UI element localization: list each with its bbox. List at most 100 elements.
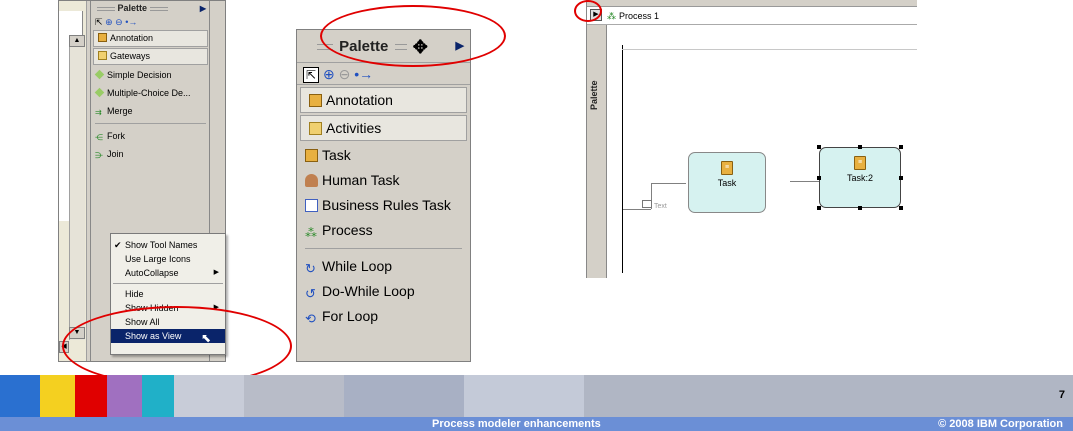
palette-item-human-task[interactable]: Human Task — [297, 168, 470, 193]
editor-canvas[interactable]: Text ≡ Task ≡ Task:2 — [608, 25, 917, 278]
selection-handle[interactable] — [858, 206, 862, 210]
connection-tool-icon[interactable]: •→ — [125, 17, 137, 27]
while-loop-icon: ↻ — [305, 261, 316, 276]
menu-item-show-tool-names[interactable]: ✔ Show Tool Names — [111, 238, 225, 252]
annotation-icon — [309, 94, 322, 107]
palette-item-task[interactable]: Task — [297, 143, 470, 168]
presentation-title: Process modeler enhancements — [432, 418, 601, 430]
color-block — [40, 375, 75, 417]
menu-item-autocollapse[interactable]: AutoCollapse ▶ — [111, 266, 225, 280]
decision-icon — [94, 69, 105, 80]
menu-item-label: Hide — [125, 289, 144, 299]
palette-view-sidebar[interactable]: Palette — [587, 25, 607, 278]
palette-item-while-loop[interactable]: ↻ While Loop — [297, 254, 470, 279]
fork-icon: ⋲ — [95, 133, 103, 142]
item-label: Multiple-Choice De... — [107, 88, 191, 98]
merge-icon: ⇉ — [95, 108, 102, 117]
folder-open-icon — [309, 122, 322, 135]
process-editor: ▶ ⁂ Process 1 Palette Text ≡ Task ≡ Task:… — [586, 0, 917, 278]
palette-item-process[interactable]: ⁂ Process — [297, 218, 470, 243]
palette-toolbar: ⇱ ⊕ ⊖ •→ — [297, 63, 470, 85]
process-icon: ⁂ — [607, 11, 616, 21]
join-icon: ⋺ — [95, 151, 103, 160]
task-node-selected[interactable]: ≡ Task:2 — [819, 147, 901, 208]
swimlane-divider — [622, 49, 917, 50]
vertical-scrollbar[interactable] — [69, 35, 85, 340]
human-task-icon — [305, 174, 318, 187]
menu-item-label: Use Large Icons — [125, 254, 191, 264]
connector-line — [651, 183, 686, 184]
item-label: Join — [107, 149, 124, 159]
menu-item-label: Show Tool Names — [125, 240, 198, 250]
annotation-icon — [98, 33, 107, 42]
editor-tab-bar: ▶ ⁂ Process 1 — [587, 7, 917, 25]
palette-drawer-activities[interactable]: Activities — [300, 115, 467, 141]
folder-icon — [98, 51, 107, 60]
palette-header[interactable]: Palette ▶ — [91, 1, 210, 15]
item-label: Gateways — [110, 51, 151, 61]
palette-item-do-while-loop[interactable]: ↺ Do-While Loop — [297, 279, 470, 304]
tab-label: Process 1 — [619, 11, 660, 21]
palette-title: Palette — [117, 3, 148, 13]
gray-strip — [584, 375, 1073, 417]
selection-handle[interactable] — [817, 206, 821, 210]
zoom-out-icon[interactable]: ⊖ — [115, 17, 123, 27]
decision-icon — [94, 87, 105, 98]
zoom-out-icon[interactable]: ⊖ — [339, 66, 351, 82]
item-label: Activities — [326, 120, 382, 136]
task-node[interactable]: ≡ Task — [688, 152, 766, 213]
selection-handle[interactable] — [899, 206, 903, 210]
copyright: © 2008 IBM Corporation — [938, 418, 1063, 430]
selection-handle[interactable] — [899, 176, 903, 180]
highlight-ellipse — [62, 306, 292, 386]
select-tool-icon[interactable]: ⇱ — [303, 67, 320, 83]
palette-item-annotation[interactable]: Annotation — [300, 87, 467, 113]
palette-item-simple-decision[interactable]: Simple Decision — [91, 66, 210, 84]
item-label: While Loop — [322, 258, 393, 274]
business-rules-icon — [305, 199, 318, 212]
menu-item-hide[interactable]: Hide — [111, 287, 225, 301]
item-label: Merge — [107, 106, 133, 116]
item-label: Annotation — [110, 33, 154, 43]
selection-handle[interactable] — [858, 145, 862, 149]
menu-item-use-large-icons[interactable]: Use Large Icons — [111, 252, 225, 266]
editor-tab[interactable]: ⁂ Process 1 — [607, 7, 659, 25]
highlight-ellipse — [320, 5, 506, 67]
task-label: Task:2 — [846, 173, 873, 183]
palette-toolbar: ⇱ ⊕ ⊖ •→ — [91, 15, 210, 29]
photo-strip — [174, 375, 244, 417]
item-label: Annotation — [326, 92, 393, 108]
zoom-in-icon[interactable]: ⊕ — [105, 17, 113, 27]
zoom-in-icon[interactable]: ⊕ — [323, 66, 335, 82]
connection-tool-icon[interactable]: •→ — [354, 66, 373, 82]
palette-item-fork[interactable]: ⋲ Fork — [91, 127, 210, 145]
selection-handle[interactable] — [817, 145, 821, 149]
scroll-up-button[interactable]: ▲ — [69, 35, 85, 47]
footer-bar: Process modeler enhancements © 2008 IBM … — [0, 417, 1073, 431]
select-tool-icon[interactable]: ⇱ — [95, 17, 103, 27]
palette-item-annotation[interactable]: Annotation — [93, 30, 208, 47]
selection-handle[interactable] — [899, 145, 903, 149]
task-icon: ≡ — [854, 156, 866, 170]
palette-item-multiple-choice-decision[interactable]: Multiple-Choice De... — [91, 84, 210, 102]
grip-icon — [97, 6, 115, 11]
do-while-loop-icon: ↺ — [305, 286, 316, 301]
palette-item-merge[interactable]: ⇉ Merge — [91, 102, 210, 120]
separator — [305, 248, 462, 249]
palette-drawer-gateways[interactable]: Gateways — [93, 48, 208, 65]
photo-strip — [464, 375, 584, 417]
selection-handle[interactable] — [817, 176, 821, 180]
palette-item-for-loop[interactable]: ⟲ For Loop — [297, 304, 470, 329]
item-label: Fork — [107, 131, 125, 141]
submenu-arrow-icon: ▶ — [213, 269, 219, 276]
task-icon — [305, 149, 318, 162]
palette-item-join[interactable]: ⋺ Join — [91, 145, 210, 163]
checkmark-icon: ✔ — [114, 240, 122, 250]
text-annotation[interactable]: Text — [642, 200, 667, 210]
photo-strip — [344, 375, 464, 417]
color-block — [107, 375, 142, 417]
large-palette: Palette ✥ ▶ ⇱ ⊕ ⊖ •→ Annotation Activiti… — [296, 29, 471, 362]
palette-menu-arrow-icon[interactable]: ▶ — [200, 2, 206, 16]
annotation-icon — [642, 200, 652, 208]
palette-item-business-rules-task[interactable]: Business Rules Task — [297, 193, 470, 218]
